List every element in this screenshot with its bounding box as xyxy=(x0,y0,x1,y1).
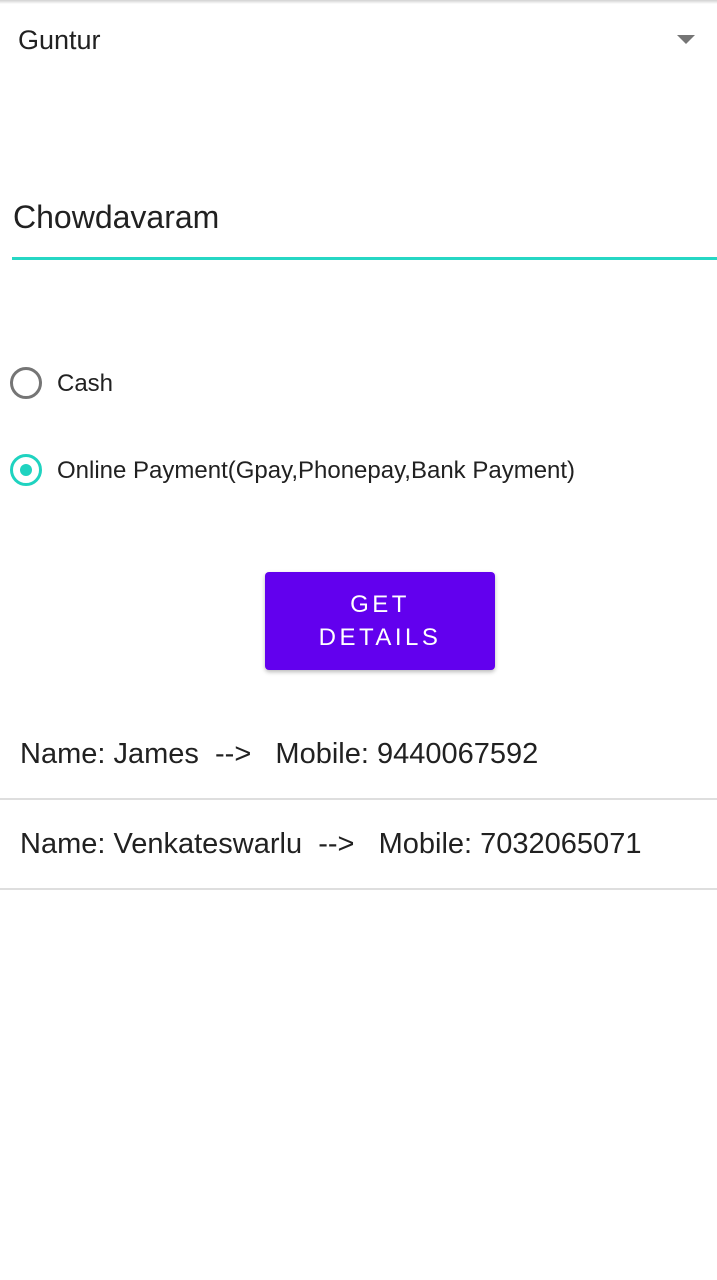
dropdown-arrow-icon[interactable] xyxy=(677,35,695,44)
list-item-text: Name: Venkateswarlu --> Mobile: 70320650… xyxy=(20,828,642,860)
radio-option-cash[interactable]: Cash xyxy=(8,361,698,411)
list-item[interactable]: Name: James --> Mobile: 9440067592 xyxy=(0,710,717,800)
radio-unchecked-icon[interactable] xyxy=(10,367,42,399)
radio-label-cash: Cash xyxy=(57,370,114,397)
radio-option-online-payment[interactable]: Online Payment(Gpay,Phonepay,Bank Paymen… xyxy=(8,448,698,498)
results-list: Name: James --> Mobile: 9440067592 Name:… xyxy=(0,710,717,890)
village-field[interactable]: Chowdavaram xyxy=(12,186,717,262)
village-field-underline xyxy=(12,257,717,260)
get-details-button[interactable]: GET DETAILS xyxy=(265,572,495,670)
district-spinner[interactable]: Guntur xyxy=(0,0,717,82)
list-item[interactable]: Name: Venkateswarlu --> Mobile: 70320650… xyxy=(0,800,717,890)
village-field-value: Chowdavaram xyxy=(13,199,220,235)
district-spinner-value: Guntur xyxy=(18,25,101,55)
radio-checked-icon[interactable] xyxy=(10,454,42,486)
list-item-text: Name: James --> Mobile: 9440067592 xyxy=(20,738,539,770)
radio-label-online-payment: Online Payment(Gpay,Phonepay,Bank Paymen… xyxy=(57,457,576,484)
get-details-button-label: GET DETAILS xyxy=(318,591,442,651)
radio-dot xyxy=(20,464,32,476)
